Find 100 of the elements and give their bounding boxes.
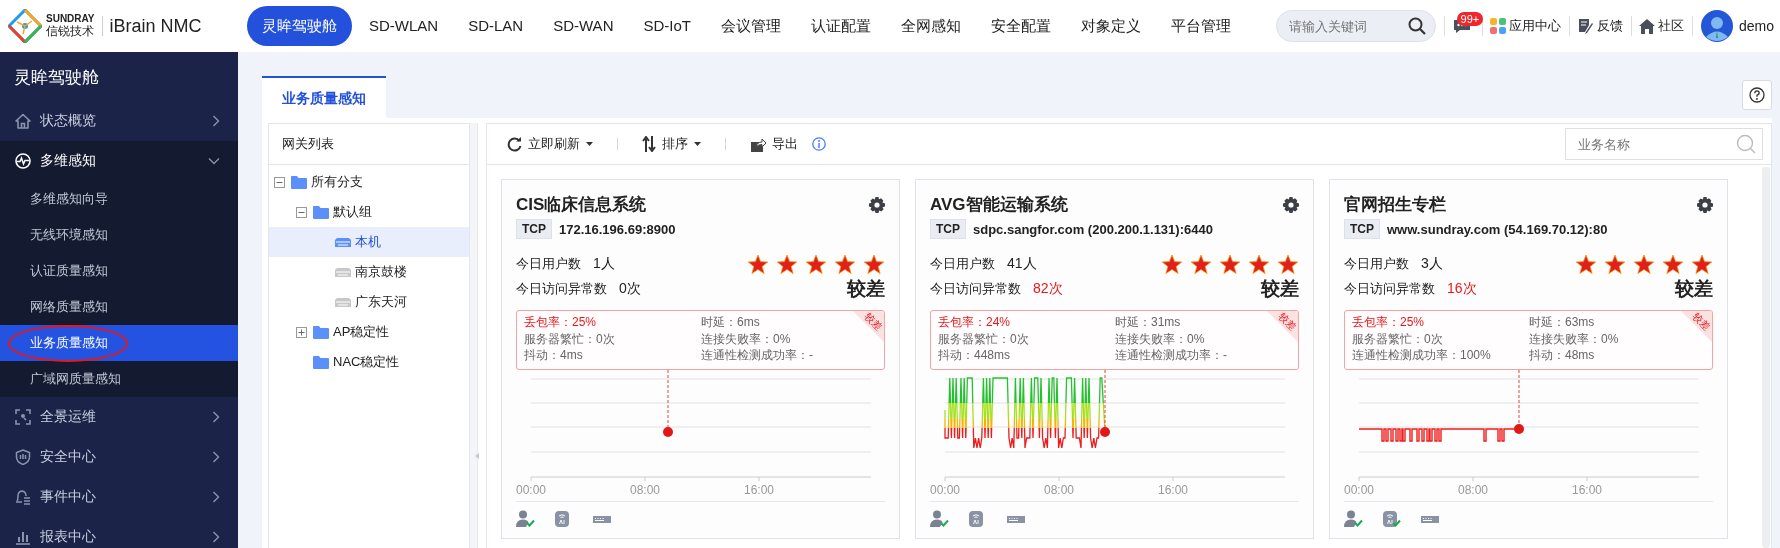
user-name[interactable]: demo	[1738, 18, 1774, 34]
rating-label: 较差	[847, 277, 885, 301]
collapse-icon[interactable]	[296, 206, 307, 218]
scrollbar[interactable]	[1762, 167, 1770, 548]
nav-tab[interactable]: 全网感知	[886, 6, 976, 46]
protocol-tag: TCP	[1344, 219, 1380, 239]
nav-tab[interactable]: SD-LAN	[453, 6, 539, 46]
tree-item[interactable]: 南京鼓楼	[269, 257, 469, 287]
expand-icon[interactable]	[296, 326, 307, 338]
sidebar-item[interactable]: 报表中心	[0, 517, 238, 548]
sidebar-subitem[interactable]: 认证质量感知	[0, 253, 238, 289]
stat-value: 41人	[1007, 255, 1037, 273]
menu-icon	[15, 113, 31, 129]
axis-label: 08:00	[630, 483, 662, 497]
nav-tab[interactable]: 对象定义	[1066, 6, 1156, 46]
user-icon[interactable]	[930, 509, 950, 528]
nav-tab[interactable]: 认证配置	[796, 6, 886, 46]
sidebar-item[interactable]: 状态概览	[0, 101, 238, 141]
star-icon	[1633, 253, 1655, 275]
metric-text: 丢包率：25%	[1352, 314, 1425, 331]
settings-icon[interactable]	[1283, 197, 1299, 213]
star-icon	[1277, 253, 1299, 275]
settings-icon[interactable]	[869, 197, 885, 213]
nav-tab[interactable]: SD-WLAN	[354, 6, 454, 46]
stat-label: 今日用户数	[1344, 255, 1409, 273]
toolbar-button[interactable]: 导出	[750, 135, 798, 153]
brand-name: SUNDRAY	[46, 14, 95, 25]
user-icon[interactable]	[1344, 509, 1364, 528]
header-link[interactable]: 应用中心	[1490, 17, 1562, 35]
star-icon	[1161, 253, 1183, 275]
sort-icon	[642, 136, 656, 152]
logo-icon	[8, 9, 42, 43]
metric-text: 服务器繁忙：0次	[938, 330, 1029, 347]
sidebar-item[interactable]: 全景运维	[0, 397, 238, 437]
nav-tab[interactable]: 安全配置	[976, 6, 1066, 46]
search-icon[interactable]	[1408, 17, 1426, 35]
star-icon	[747, 253, 769, 275]
metric-text: 连接失败率：0%	[1529, 330, 1619, 347]
toolbar-button[interactable]: 立即刷新	[507, 135, 593, 153]
star-icon	[1662, 253, 1684, 275]
tree-item[interactable]: 本机	[269, 227, 469, 257]
axis-label: 08:00	[1044, 483, 1076, 497]
sidebar-subitem[interactable]: 业务质量感知	[0, 325, 238, 361]
card-title: CIS临床信息系统	[516, 194, 647, 216]
star-icon	[805, 253, 827, 275]
star-icon	[1219, 253, 1241, 275]
stat-value: 16次	[1447, 280, 1477, 298]
protocol-tag: TCP	[516, 219, 552, 239]
nav-tab[interactable]: SD-IoT	[628, 6, 706, 46]
product-name: iBrain NMC	[109, 15, 202, 37]
sidebar-subitem[interactable]: 多维感知向导	[0, 181, 238, 217]
star-icon	[1190, 253, 1212, 275]
axis-label: 08:00	[1458, 483, 1490, 497]
metric-text: 连通性检测成功率：100%	[1352, 347, 1491, 364]
metric-text: 服务器繁忙：0次	[1352, 330, 1443, 347]
sidebar-item[interactable]: 多维感知	[0, 141, 238, 181]
nav-tab[interactable]: 会议管理	[706, 6, 796, 46]
sidebar-subitem[interactable]: 无线环境感知	[0, 217, 238, 253]
sidebar-subitem[interactable]: 网络质量感知	[0, 289, 238, 325]
corner-badge: 较差	[1266, 311, 1298, 343]
sidebar-subitem[interactable]: 广域网质量感知	[0, 361, 238, 397]
menu-icon	[15, 409, 31, 425]
header-link[interactable]: 社区	[1639, 17, 1685, 35]
tree-item[interactable]: 广东天河	[269, 287, 469, 317]
caret-icon	[694, 142, 701, 146]
help-button[interactable]	[1742, 80, 1772, 110]
axis-label: 16:00	[1158, 483, 1190, 497]
avatar-icon[interactable]	[1700, 10, 1733, 42]
nav-tab[interactable]: 灵眸驾驶舱	[247, 6, 352, 46]
panel-title: 网关列表	[269, 124, 469, 165]
sidebar-item[interactable]: 安全中心	[0, 437, 238, 477]
nav-tab[interactable]: SD-WAN	[538, 6, 629, 46]
metric-text: 抖动：48ms	[1529, 347, 1595, 364]
settings-icon[interactable]	[1697, 197, 1713, 213]
metric-text: 抖动：4ms	[524, 347, 583, 364]
ai-device-icon[interactable]	[1382, 509, 1402, 528]
corner-badge: 较差	[1680, 311, 1712, 343]
collapse-icon[interactable]	[274, 176, 285, 188]
tree-item[interactable]: 默认组	[269, 197, 469, 227]
metric-text: 时延：31ms	[1115, 314, 1181, 331]
tree-item[interactable]: AP稳定性	[269, 317, 469, 347]
star-icon	[863, 253, 885, 275]
nav-tab[interactable]: 平台管理	[1156, 6, 1246, 46]
search-field[interactable]: 业务名称	[1565, 128, 1763, 160]
header-link[interactable]: 反馈	[1577, 17, 1623, 35]
info-icon[interactable]	[812, 137, 826, 151]
tree-item[interactable]: 所有分支	[269, 167, 469, 197]
tree-item[interactable]: NAC稳定性	[269, 347, 469, 377]
folder-icon	[291, 175, 307, 189]
stat-label: 今日用户数	[516, 255, 581, 273]
toolbar-button[interactable]: 排序	[642, 135, 701, 153]
search-field[interactable]: 请输入关键词	[1276, 10, 1436, 42]
axis-label: 16:00	[744, 483, 776, 497]
axis-label: 00:00	[516, 483, 548, 497]
corner-badge: 较差	[852, 311, 884, 343]
user-icon[interactable]	[516, 509, 536, 528]
page-tab[interactable]: 业务质量感知	[262, 76, 386, 118]
card-title: 官网招生专栏	[1344, 194, 1446, 216]
stat-label: 今日用户数	[930, 255, 995, 273]
sidebar-item[interactable]: 事件中心	[0, 477, 238, 517]
